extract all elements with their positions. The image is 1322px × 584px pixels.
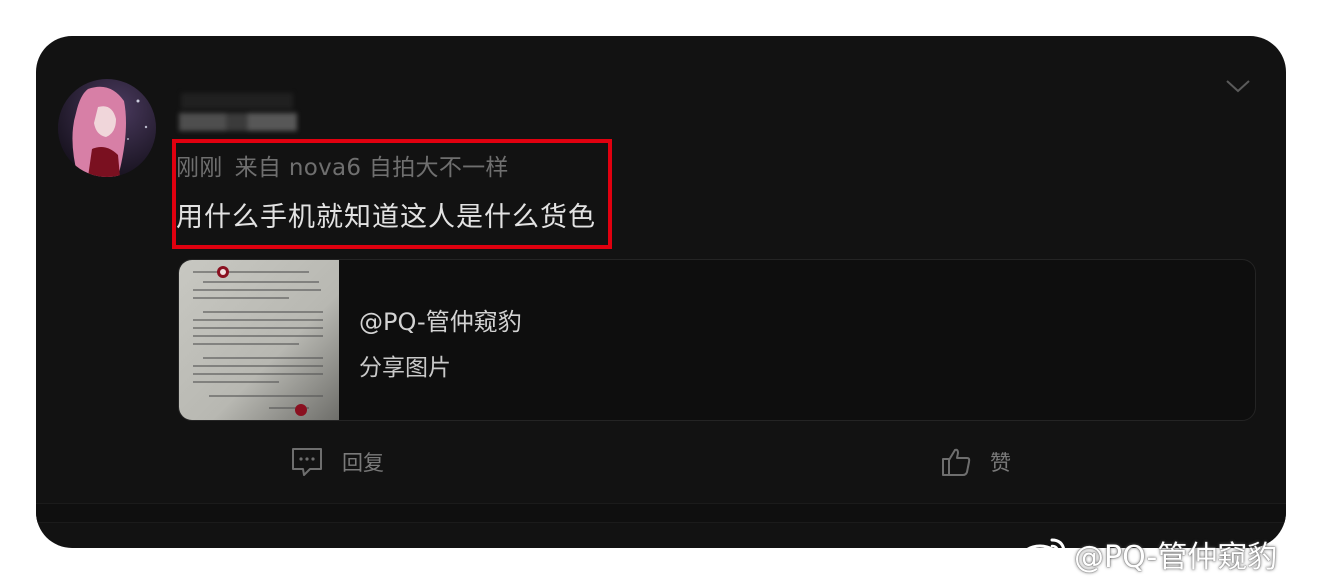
shared-content-card[interactable]: @PQ-管仲窥豹 分享图片 xyxy=(178,259,1256,421)
avatar[interactable] xyxy=(58,79,156,177)
post-meta: 刚刚 来自 nova6 自拍大不一样 xyxy=(176,148,509,182)
watermark-text: @PQ-管仲窥豹 xyxy=(1074,540,1278,575)
post-time: 刚刚 xyxy=(176,155,223,181)
reply-button[interactable]: 回复 xyxy=(290,446,384,478)
shared-image-thumbnail[interactable] xyxy=(179,260,339,420)
post-source: 来自 nova6 自拍大不一样 xyxy=(234,155,509,181)
comment-card: 刚刚 来自 nova6 自拍大不一样 用什么手机就知道这人是什么货色 @PQ-管… xyxy=(36,36,1286,548)
comment-text: 用什么手机就知道这人是什么货色 xyxy=(176,202,596,233)
comment-icon xyxy=(292,448,322,476)
shared-author[interactable]: @PQ-管仲窥豹 xyxy=(359,302,522,337)
shared-description: 分享图片 xyxy=(359,355,451,381)
username-blurred xyxy=(179,93,297,133)
like-label: 赞 xyxy=(990,451,1011,475)
divider xyxy=(36,503,1286,523)
thumbs-up-icon xyxy=(942,448,971,476)
watermark: @PQ-管仲窥豹 xyxy=(1020,532,1277,576)
like-button[interactable]: 赞 xyxy=(940,446,1011,478)
chevron-down-icon[interactable] xyxy=(1224,76,1252,96)
reply-label: 回复 xyxy=(342,451,384,475)
weibo-logo-icon xyxy=(1020,538,1066,572)
